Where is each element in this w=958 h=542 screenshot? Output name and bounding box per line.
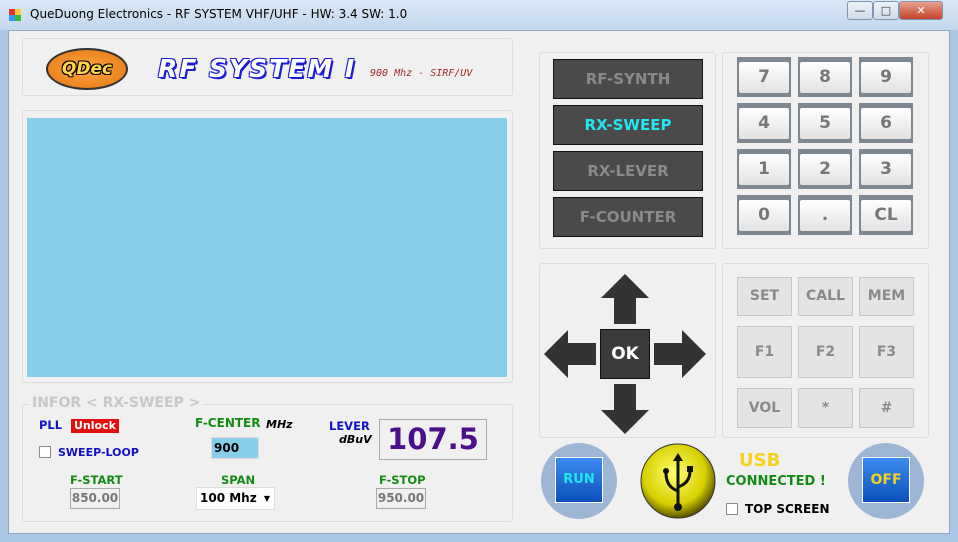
- pll-status-badge: Unlock: [71, 419, 119, 433]
- usb-label: USB: [739, 450, 781, 471]
- mode-f-counter-button[interactable]: F-COUNTER: [553, 197, 703, 237]
- keypad-key[interactable]: 8: [798, 57, 852, 97]
- run-button[interactable]: RUN: [555, 457, 603, 503]
- sweep-display[interactable]: [27, 118, 507, 377]
- keypad-key-label: 4: [739, 108, 789, 139]
- off-button-frame: OFF: [848, 443, 924, 519]
- f-start-label: F-START: [70, 473, 123, 487]
- run-button-frame: RUN: [541, 443, 617, 519]
- keypad-key-label: 0: [739, 200, 789, 231]
- app-title: RF SYSTEM I: [158, 54, 357, 83]
- usb-icon: [640, 443, 716, 519]
- function-key-star[interactable]: *: [798, 388, 853, 428]
- usb-status: CONNECTED !: [726, 474, 826, 489]
- f-start-field: 850.00: [70, 488, 120, 509]
- keypad-key[interactable]: 1: [737, 149, 791, 189]
- keypad-key[interactable]: 9: [859, 57, 913, 97]
- ok-button[interactable]: OK: [600, 329, 650, 379]
- info-group-title: INFOR < RX-SWEEP >: [30, 395, 203, 411]
- app-icon: [9, 9, 21, 21]
- pll-label: PLL: [39, 418, 63, 432]
- sweep-loop-checkbox[interactable]: [39, 446, 51, 458]
- function-key-vol[interactable]: VOL: [737, 388, 792, 428]
- f-center-label: F-CENTER: [195, 416, 261, 430]
- keypad-key[interactable]: .: [798, 195, 852, 235]
- f-stop-label: F-STOP: [379, 473, 426, 487]
- keypad-key[interactable]: 3: [859, 149, 913, 189]
- top-screen-label: TOP SCREEN: [745, 502, 830, 516]
- keypad-key-label: .: [800, 200, 850, 231]
- qdec-logo: QDec: [46, 48, 128, 90]
- keypad-key[interactable]: CL: [859, 195, 913, 235]
- keypad-key-label: 5: [800, 108, 850, 139]
- keypad-key-label: 2: [800, 154, 850, 185]
- keypad-key-label: 8: [800, 62, 850, 93]
- f-center-unit: MHz: [266, 418, 293, 431]
- minimize-button[interactable]: —: [847, 1, 873, 20]
- keypad-key-label: 1: [739, 154, 789, 185]
- function-key-call[interactable]: CALL: [798, 277, 853, 316]
- keypad-key[interactable]: 0: [737, 195, 791, 235]
- function-key-mem[interactable]: MEM: [859, 277, 914, 316]
- function-key-set[interactable]: SET: [737, 277, 792, 316]
- window-title: QueDuong Electronics - RF SYSTEM VHF/UHF…: [30, 7, 408, 21]
- f-stop-field: 950.00: [376, 488, 426, 509]
- function-key-f1[interactable]: F1: [737, 326, 792, 378]
- keypad-key[interactable]: 7: [737, 57, 791, 97]
- keypad-key[interactable]: 2: [798, 149, 852, 189]
- function-key-f3[interactable]: F3: [859, 326, 914, 378]
- span-dropdown[interactable]: 100 Mhz ▼: [196, 487, 275, 510]
- keypad-key-label: 7: [739, 62, 789, 93]
- app-subtitle: 900 Mhz - SIRF/UV: [370, 68, 473, 79]
- maximize-button[interactable]: □: [873, 1, 899, 20]
- mode-rf-synth-button[interactable]: RF-SYNTH: [553, 59, 703, 99]
- keypad-key-label: 3: [861, 154, 911, 185]
- keypad-key[interactable]: 5: [798, 103, 852, 143]
- keypad-key[interactable]: 6: [859, 103, 913, 143]
- lever-label: LEVER: [329, 419, 370, 433]
- arrow-up-icon[interactable]: [601, 274, 649, 324]
- off-button[interactable]: OFF: [862, 457, 910, 503]
- title-bar: QueDuong Electronics - RF SYSTEM VHF/UHF…: [0, 0, 958, 30]
- span-value: 100 Mhz: [200, 491, 257, 505]
- keypad-key-label: 6: [861, 108, 911, 139]
- keypad-key-label: CL: [861, 200, 911, 231]
- top-screen-checkbox[interactable]: [726, 503, 738, 515]
- lever-value-display: 107.5: [379, 419, 487, 460]
- arrow-left-icon[interactable]: [544, 330, 596, 378]
- mode-rx-lever-button[interactable]: RX-LEVER: [553, 151, 703, 191]
- function-key-f2[interactable]: F2: [798, 326, 853, 378]
- keypad-key[interactable]: 4: [737, 103, 791, 143]
- sweep-loop-label: SWEEP-LOOP: [58, 446, 139, 459]
- lever-unit: dBuV: [339, 433, 372, 446]
- keypad-key-label: 9: [861, 62, 911, 93]
- arrow-down-icon[interactable]: [601, 384, 649, 434]
- close-button[interactable]: ✕: [899, 1, 943, 20]
- f-center-input[interactable]: 900: [211, 437, 259, 459]
- arrow-right-icon[interactable]: [654, 330, 706, 378]
- function-key-hash[interactable]: #: [859, 388, 914, 428]
- chevron-down-icon: ▼: [263, 494, 270, 503]
- mode-rx-sweep-button[interactable]: RX-SWEEP: [553, 105, 703, 145]
- span-label: SPAN: [221, 473, 256, 487]
